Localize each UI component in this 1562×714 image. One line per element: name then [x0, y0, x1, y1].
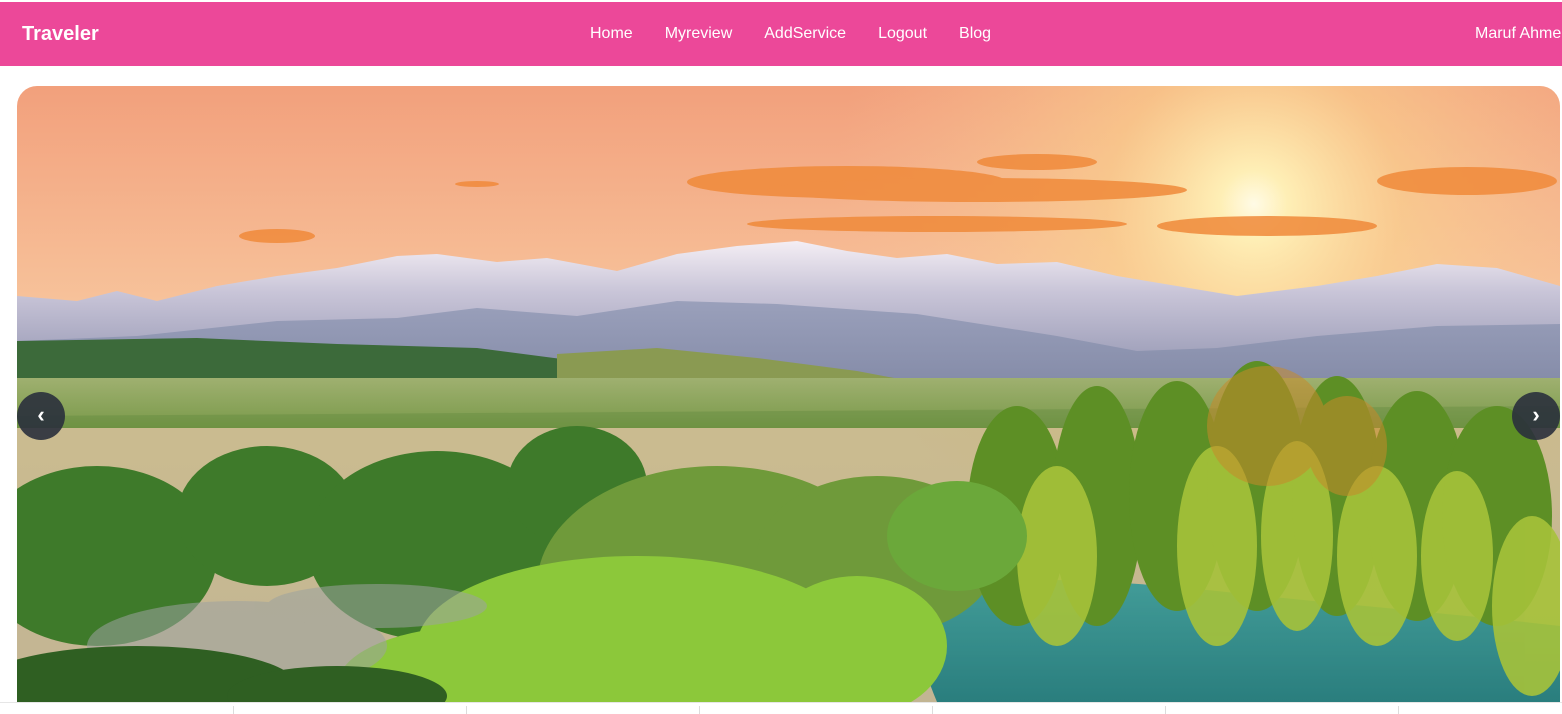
nav-links: Home Myreview AddService Logout Blog — [574, 2, 1007, 66]
nav-link-logout[interactable]: Logout — [862, 17, 943, 51]
divider-tick — [932, 706, 933, 714]
divider-tick — [1398, 706, 1399, 714]
user-name[interactable]: Maruf Ahme — [1475, 2, 1561, 66]
navbar: Traveler Home Myreview AddService Logout… — [0, 2, 1562, 66]
carousel-prev-button[interactable]: ‹ — [17, 392, 65, 440]
hero-carousel: ‹ › — [17, 86, 1560, 702]
carousel-next-button[interactable]: › — [1512, 392, 1560, 440]
divider-tick — [699, 706, 700, 714]
brand-logo[interactable]: Traveler — [22, 2, 99, 66]
page: Traveler Home Myreview AddService Logout… — [0, 0, 1562, 714]
nav-link-home[interactable]: Home — [574, 17, 649, 51]
section-divider — [0, 702, 1562, 714]
nav-link-blog[interactable]: Blog — [943, 17, 1007, 51]
nav-link-addservice[interactable]: AddService — [748, 17, 862, 51]
divider-tick — [233, 706, 234, 714]
nav-link-myreview[interactable]: Myreview — [649, 17, 749, 51]
divider-tick — [1165, 706, 1166, 714]
carousel-landscape-image — [17, 86, 1560, 702]
divider-tick — [466, 706, 467, 714]
